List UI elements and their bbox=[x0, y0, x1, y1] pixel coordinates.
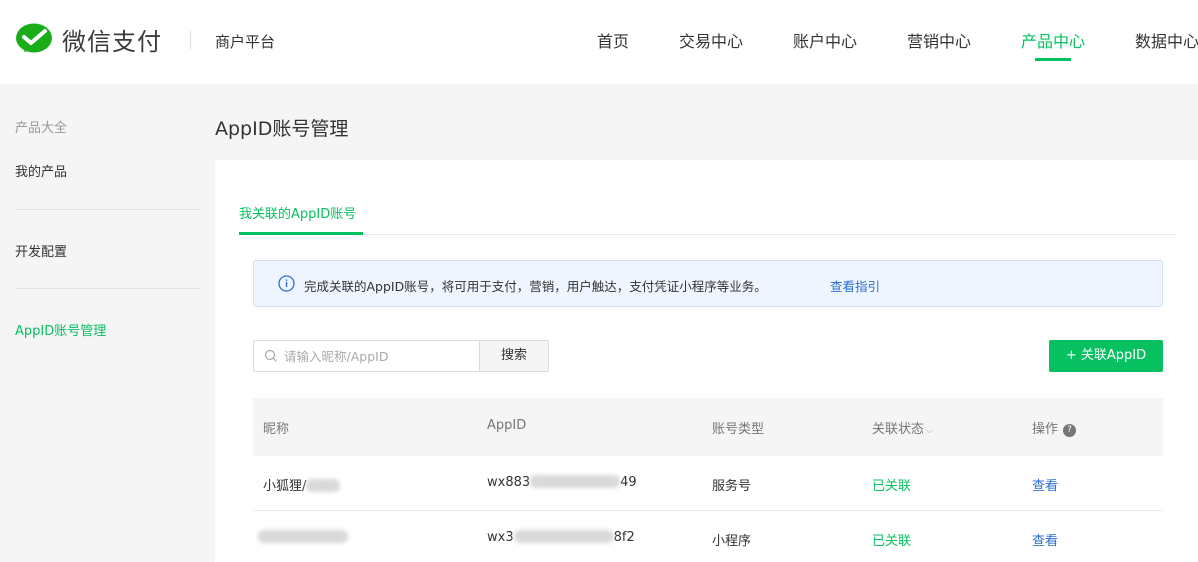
wechat-pay-logo-icon bbox=[15, 23, 53, 57]
column-header-status[interactable]: 关联状态 ⌵ bbox=[872, 418, 933, 437]
guide-link[interactable]: 查看指引 bbox=[830, 276, 880, 295]
actions-header-label: 操作 bbox=[1032, 422, 1059, 437]
chevron-down-icon: ⌵ bbox=[926, 426, 933, 436]
view-link[interactable]: 查看 bbox=[1032, 475, 1058, 494]
appid-suffix: 8f2 bbox=[613, 530, 635, 545]
nickname-text: 小狐狸/ bbox=[263, 479, 307, 494]
status-header-label: 关联状态 bbox=[872, 422, 925, 437]
top-header: 微信支付 商户平台 首页 交易中心 账户中心 营销中心 产品中心 数据中心 bbox=[0, 0, 1198, 84]
table-row: 小狐狸/ wx883 49 服务号 已关联 查看 bbox=[253, 456, 1163, 511]
brand-name: 微信支付 bbox=[62, 28, 162, 56]
appid-cell: wx3 8f2 bbox=[487, 530, 635, 545]
platform-name: 商户平台 bbox=[215, 33, 276, 51]
table-header: 昵称 AppID 账号类型 关联状态 ⌵ 操作? bbox=[253, 398, 1163, 456]
main-panel: 我关联的AppID账号 完成关联的AppID账号，将可用于支付，营销，用户触达，… bbox=[215, 160, 1198, 562]
table-row: wx3 8f2 小程序 已关联 查看 bbox=[253, 511, 1163, 562]
search-box bbox=[253, 340, 481, 372]
appid-suffix: 49 bbox=[620, 475, 637, 490]
appid-prefix: wx883 bbox=[487, 475, 531, 490]
column-header-nickname: 昵称 bbox=[263, 422, 290, 437]
sidebar-item-my-products[interactable]: 我的产品 bbox=[15, 161, 67, 180]
redacted-text bbox=[513, 530, 614, 543]
header-divider bbox=[190, 31, 191, 49]
info-notice: 完成关联的AppID账号，将可用于支付，营销，用户触达，支付凭证小程序等业务。 … bbox=[253, 260, 1163, 307]
view-link[interactable]: 查看 bbox=[1032, 530, 1058, 549]
nav-home[interactable]: 首页 bbox=[597, 28, 629, 52]
tab-bar-line bbox=[239, 234, 1176, 235]
nav-products[interactable]: 产品中心 bbox=[1021, 28, 1085, 52]
sidebar-divider bbox=[15, 288, 200, 289]
redacted-text bbox=[306, 479, 341, 492]
column-header-actions: 操作? bbox=[1032, 418, 1077, 437]
redacted-text bbox=[530, 475, 621, 488]
sidebar-item-dev-config[interactable]: 开发配置 bbox=[15, 241, 67, 260]
sidebar-section-all-products: 产品大全 bbox=[15, 121, 68, 136]
sidebar-item-appid-management[interactable]: AppID账号管理 bbox=[15, 320, 106, 339]
status-cell: 已关联 bbox=[872, 479, 912, 494]
tab-active-indicator bbox=[239, 232, 363, 235]
search-button[interactable]: 搜索 bbox=[479, 340, 549, 372]
nickname-cell: 小狐狸/ bbox=[263, 475, 341, 494]
nav-active-indicator bbox=[1035, 58, 1071, 61]
info-icon bbox=[278, 275, 295, 292]
wechat-pay-logo[interactable]: 微信支付 bbox=[15, 22, 162, 57]
nav-marketing[interactable]: 营销中心 bbox=[907, 28, 971, 52]
search-icon bbox=[264, 349, 277, 362]
status-cell: 已关联 bbox=[872, 534, 912, 549]
sidebar-divider bbox=[15, 209, 200, 210]
nickname-cell bbox=[258, 530, 348, 545]
add-appid-button[interactable]: + 关联AppID bbox=[1049, 340, 1163, 372]
nav-transactions[interactable]: 交易中心 bbox=[679, 28, 743, 52]
account-type-cell: 小程序 bbox=[712, 534, 752, 549]
appid-prefix: wx3 bbox=[487, 530, 514, 545]
help-icon[interactable]: ? bbox=[1063, 424, 1077, 437]
tab-linked-appids[interactable]: 我关联的AppID账号 bbox=[239, 203, 356, 222]
nav-data[interactable]: 数据中心 bbox=[1135, 28, 1198, 52]
appid-cell: wx883 49 bbox=[487, 475, 637, 490]
redacted-text bbox=[258, 530, 348, 543]
page-title: AppID账号管理 bbox=[215, 118, 349, 140]
column-header-account-type: 账号类型 bbox=[712, 422, 765, 437]
nav-account[interactable]: 账户中心 bbox=[793, 28, 857, 52]
account-type-cell: 服务号 bbox=[712, 479, 752, 494]
notice-text: 完成关联的AppID账号，将可用于支付，营销，用户触达，支付凭证小程序等业务。 bbox=[304, 279, 767, 294]
search-input[interactable] bbox=[284, 341, 474, 371]
column-header-appid: AppID bbox=[487, 418, 527, 433]
